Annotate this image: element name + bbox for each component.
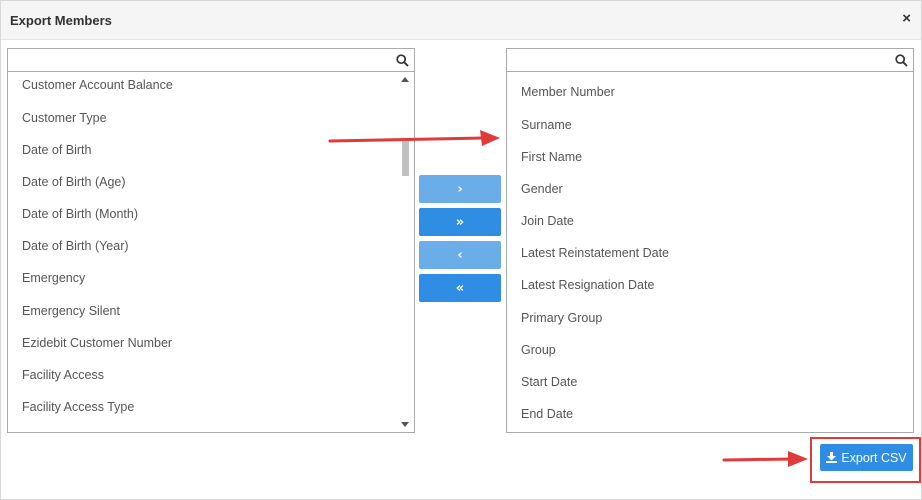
list-item[interactable]: Date of Birth (Year): [22, 239, 129, 253]
selected-fields-list[interactable]: Member Number Surname First Name Gender …: [506, 72, 914, 433]
export-button-label: Export CSV: [841, 450, 907, 465]
right-search-box: [506, 48, 914, 72]
list-item[interactable]: Group: [521, 343, 556, 357]
scroll-up-icon[interactable]: [401, 77, 409, 82]
list-item[interactable]: Surname: [521, 118, 572, 132]
move-selected-left-button[interactable]: ‹: [419, 241, 501, 269]
list-item[interactable]: Gender: [521, 182, 563, 196]
list-item[interactable]: Emergency Silent: [22, 304, 120, 318]
list-item[interactable]: Primary Group: [521, 311, 602, 325]
list-item[interactable]: Member Number: [521, 85, 615, 99]
available-fields-list[interactable]: Customer Account Balance Customer Type D…: [7, 72, 415, 433]
left-search-box: [7, 48, 415, 72]
annotation-arrow-icon: [328, 130, 500, 146]
download-icon: [826, 452, 838, 463]
search-icon[interactable]: [396, 54, 409, 67]
close-icon[interactable]: ×: [902, 10, 911, 27]
list-item[interactable]: Date of Birth (Age): [22, 175, 126, 189]
export-csv-button[interactable]: Export CSV: [820, 444, 913, 471]
left-list-scrollbar[interactable]: [397, 72, 414, 432]
list-item[interactable]: Ezidebit Customer Number: [22, 336, 172, 350]
move-selected-right-button[interactable]: ›: [419, 175, 501, 203]
list-item[interactable]: Date of Birth: [22, 143, 91, 157]
dialog-header: Export Members ×: [1, 1, 921, 40]
list-item[interactable]: Emergency: [22, 271, 85, 285]
list-item[interactable]: Join Date: [521, 214, 574, 228]
list-item[interactable]: Facility Access: [22, 368, 104, 382]
list-item[interactable]: Customer Type: [22, 111, 107, 125]
move-all-left-button[interactable]: «: [419, 274, 501, 302]
right-search-input[interactable]: [507, 49, 913, 71]
list-item[interactable]: Start Date: [521, 375, 577, 389]
dialog-title: Export Members: [10, 13, 112, 28]
scroll-down-icon[interactable]: [401, 422, 409, 427]
list-item[interactable]: End Date: [521, 407, 573, 421]
annotation-arrow-icon: [722, 451, 808, 467]
search-icon[interactable]: [895, 54, 908, 67]
list-item[interactable]: Date of Birth (Month): [22, 207, 138, 221]
list-item[interactable]: First Name: [521, 150, 582, 164]
list-item[interactable]: Facility Access Type: [22, 400, 134, 414]
list-item[interactable]: Latest Resignation Date: [521, 278, 654, 292]
left-search-input[interactable]: [8, 49, 414, 71]
list-item[interactable]: Latest Reinstatement Date: [521, 246, 669, 260]
move-all-right-button[interactable]: »: [419, 208, 501, 236]
list-item[interactable]: Customer Account Balance: [22, 78, 173, 92]
